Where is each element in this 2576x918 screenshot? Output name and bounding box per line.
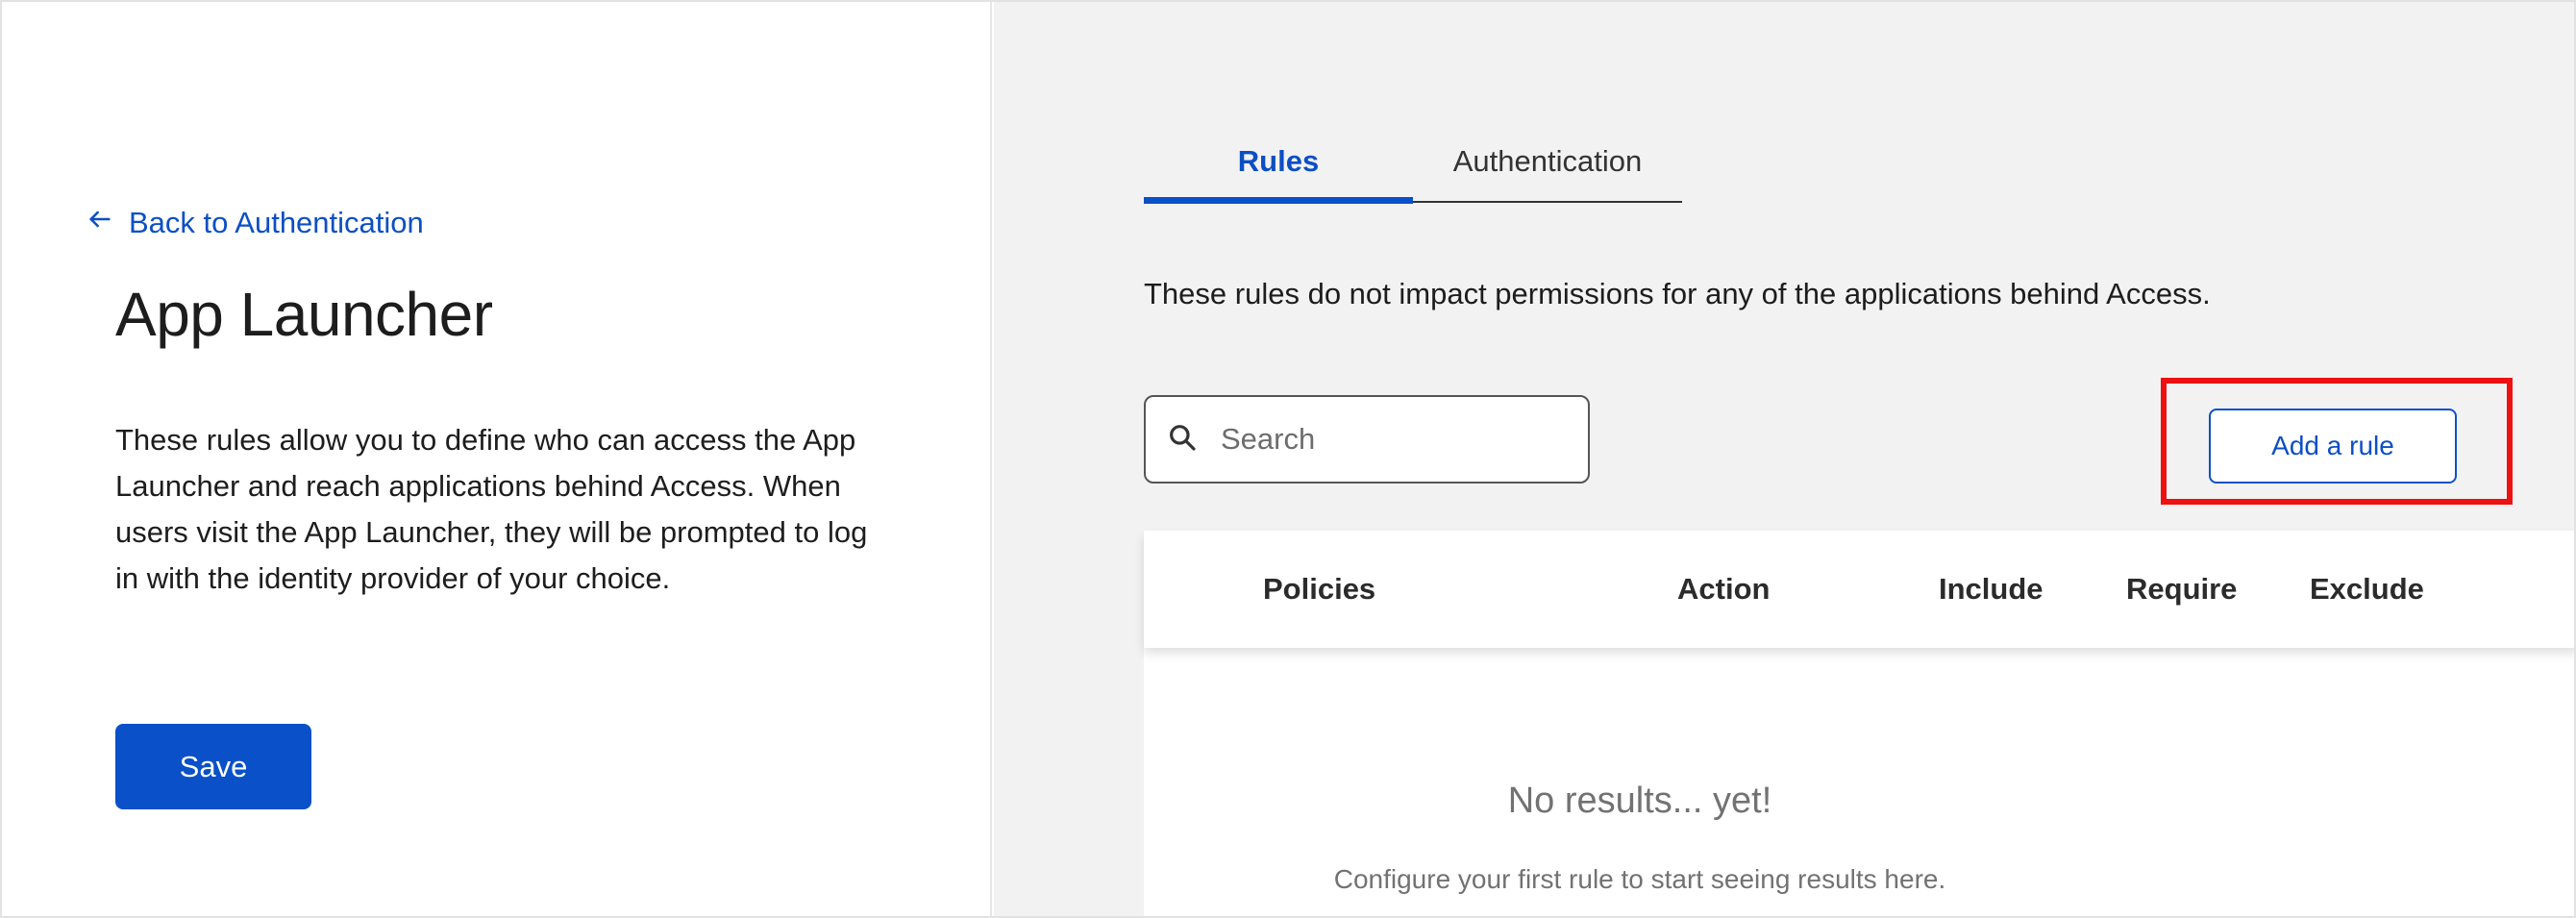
column-header-include[interactable]: Include xyxy=(1939,531,2043,648)
info-text: These rules do not impact permissions fo… xyxy=(1144,277,2211,310)
tab-authentication[interactable]: Authentication xyxy=(1413,117,1682,206)
empty-state-title: No results... yet! xyxy=(1507,781,1772,821)
left-panel: Back to Authentication App Launcher Thes… xyxy=(2,2,992,916)
page-description: These rules allow you to define who can … xyxy=(115,423,868,595)
column-header-exclude[interactable]: Exclude xyxy=(2310,531,2424,648)
app-window: Back to Authentication App Launcher Thes… xyxy=(0,0,2576,918)
active-tab-indicator xyxy=(1144,197,1413,204)
rules-table: Policies Action Include Require Exclude … xyxy=(1144,531,2574,916)
column-header-require[interactable]: Require xyxy=(2126,531,2237,648)
empty-state-subtitle: Configure your first rule to start seein… xyxy=(1333,864,1946,894)
arrow-left-icon xyxy=(87,206,113,240)
column-header-action[interactable]: Action xyxy=(1677,531,1770,648)
page-title: App Launcher xyxy=(115,280,493,349)
back-to-authentication-link[interactable]: Back to Authentication xyxy=(87,204,424,242)
search-box[interactable] xyxy=(1144,395,1590,484)
tab-rules[interactable]: Rules xyxy=(1144,117,1413,206)
search-input[interactable] xyxy=(1221,422,1567,457)
column-header-policies[interactable]: Policies xyxy=(1263,531,1375,648)
table-header: Policies Action Include Require Exclude xyxy=(1144,531,2574,648)
right-panel: Rules Authentication These rules do not … xyxy=(994,2,2574,916)
tab-bar: Rules Authentication xyxy=(1144,117,1682,206)
add-rule-button[interactable]: Add a rule xyxy=(2209,409,2457,484)
save-button[interactable]: Save xyxy=(115,724,311,809)
search-icon xyxy=(1167,422,1198,458)
back-link-label[interactable]: Back to Authentication xyxy=(129,206,424,240)
